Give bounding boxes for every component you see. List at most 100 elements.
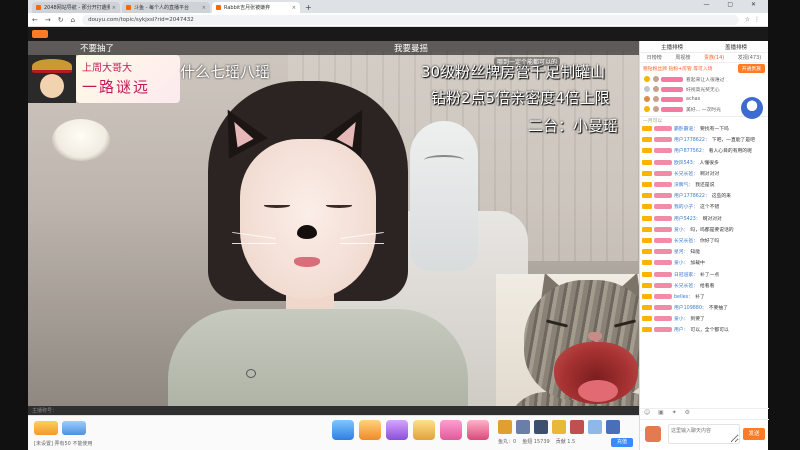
tab-daily[interactable]: 日榜榜: [647, 54, 662, 61]
chat-nick[interactable]: 用户：: [674, 326, 688, 333]
chat-tools[interactable]: ☺ ▣ ✦ ⚙: [640, 408, 769, 418]
gift-icon[interactable]: [516, 420, 530, 434]
chat-nick[interactable]: 没脾气：: [674, 181, 693, 188]
gift-icon[interactable]: [552, 420, 566, 434]
gift-icon[interactable]: [588, 420, 602, 434]
gift-icon[interactable]: [359, 420, 381, 440]
open-noble-button[interactable]: 开通贵族: [737, 64, 765, 73]
gift-icon[interactable]: [467, 420, 489, 440]
chat-message[interactable]: 长兄长爸： 给看看: [642, 280, 766, 291]
chat-nick[interactable]: 用户109880：: [674, 304, 707, 311]
home-icon[interactable]: ⌂: [71, 16, 75, 24]
gift-icon[interactable]: [498, 420, 512, 434]
tab-weekly[interactable]: 周视榜: [675, 54, 690, 61]
recharge-button[interactable]: 充值: [611, 438, 633, 447]
chat-message[interactable]: 用户： 可以，全个都可以: [642, 324, 766, 335]
chat-message-list[interactable]: 霸卧霸道： 要找有一下吗 用户1778622： 下吧，一直能了是吧 用户877562…: [640, 123, 768, 336]
new-tab-button[interactable]: +: [305, 2, 312, 13]
gift-small-list: [498, 420, 624, 434]
chat-text: 给看看: [700, 283, 715, 289]
live-video-player[interactable]: 不要抽了 我要曼摇 上周大哥大 一路谜远 什么七瑶八瑶 30级粉丝牌房管千足制罐…: [28, 41, 639, 406]
fan-badge: [654, 260, 672, 266]
avatar: [28, 55, 76, 103]
chat-message[interactable]: 用户1778622： 下吧，一直能了是吧: [642, 134, 766, 145]
close-icon[interactable]: ×: [292, 5, 296, 11]
chat-message[interactable]: 爱小： 吗，吗都是要说话的: [642, 224, 766, 235]
browser-tab-2[interactable]: 斗鱼 - 每个人的直播平台 ×: [122, 2, 210, 13]
wallet-info: 鱼丸：0 鱼翅 15739 贡献 1.5: [498, 438, 575, 445]
fan-badge: [654, 249, 672, 255]
chat-message[interactable]: 爱小： 到要了: [642, 313, 766, 324]
medal-icon: [644, 96, 650, 102]
level-badge: [642, 226, 652, 232]
chat-nick[interactable]: 长兄长爸：: [674, 237, 698, 244]
chat-nick[interactable]: 星河：: [674, 248, 688, 255]
activity-icon[interactable]: [62, 421, 86, 435]
rank-row[interactable]: 好视高光奖无心: [640, 84, 768, 94]
chat-message[interactable]: 用户109880： 不要抽了: [642, 302, 766, 313]
fan-badge: [654, 126, 672, 132]
chat-message[interactable]: 欧风543： 人懂很多: [642, 157, 766, 168]
chat-message[interactable]: 霸卧霸道： 要找有一下吗: [642, 123, 766, 134]
close-icon[interactable]: ×: [202, 5, 206, 11]
gift-icon[interactable]: [386, 420, 408, 440]
reload-icon[interactable]: ↻: [58, 16, 64, 24]
tab-noble[interactable]: 贵族(14): [704, 54, 724, 61]
chat-message[interactable]: 用户877562： 看人心目的有用的呢: [642, 145, 766, 156]
eye-left: [264, 203, 290, 208]
browser-tab-3[interactable]: Rabbit吉月张被嫌弃 ×: [212, 2, 300, 13]
chat-message[interactable]: 我的小子： 这个不错: [642, 201, 766, 212]
browser-tab-strip: 2048网站导航 - 那分开打趣我说 × 斗鱼 - 每个人的直播平台 × Rabbi…: [28, 0, 768, 13]
send-button[interactable]: 发送: [743, 428, 765, 440]
medal-icon: [644, 106, 650, 112]
cat-tongue: [578, 380, 618, 402]
chat-message[interactable]: 长兄长爸： 你好了吗: [642, 235, 766, 246]
chat-nick[interactable]: 爱小：: [674, 226, 688, 233]
browser-tab-1[interactable]: 2048网站导航 - 那分开打趣我说 ×: [32, 2, 120, 13]
chat-nick[interactable]: 长兄长爸：: [674, 282, 698, 289]
rank-tab[interactable]: 盖播排榜: [725, 43, 747, 51]
chat-nick[interactable]: 用户1778622：: [674, 136, 710, 143]
chat-nick[interactable]: 爱小：: [674, 315, 688, 322]
forward-icon[interactable]: →: [45, 16, 51, 24]
extension-icons[interactable]: ☆⋮: [745, 16, 764, 23]
chat-nick[interactable]: 长兄长爸：: [674, 170, 698, 177]
chat-nick[interactable]: 我的小子：: [674, 203, 698, 210]
chat-input[interactable]: [668, 424, 740, 444]
gift-icon[interactable]: [413, 420, 435, 440]
chat-nick[interactable]: 用户1778622：: [674, 192, 710, 199]
chat-nick[interactable]: bellex：: [674, 293, 693, 300]
chat-text: 可以，全个都可以: [690, 328, 729, 334]
close-icon[interactable]: ×: [112, 5, 116, 11]
chat-nick[interactable]: 爱小：: [674, 259, 688, 266]
chat-text: 我还是说: [695, 183, 715, 189]
chat-nick[interactable]: 用户877562：: [674, 147, 707, 154]
chat-nick[interactable]: 欧风543：: [674, 159, 698, 166]
tab-fans[interactable]: 发视(473): [738, 54, 761, 61]
activity-icon[interactable]: [34, 421, 58, 435]
chat-message[interactable]: 用户1778622： 这些的来: [642, 190, 766, 201]
chat-message[interactable]: 爱小： 加载中: [642, 257, 766, 268]
rank-row[interactable]: 看起来让人很难过: [640, 74, 768, 84]
window-controls[interactable]: — ▢ ✕: [703, 1, 764, 8]
chat-message[interactable]: 日冠道家： 补了一点: [642, 268, 766, 279]
rank-tab[interactable]: 主播排榜: [661, 43, 683, 51]
mouth: [294, 257, 320, 267]
gift-icon[interactable]: [534, 420, 548, 434]
chat-nick[interactable]: 用户5423：: [674, 215, 701, 222]
back-icon[interactable]: ←: [32, 16, 38, 24]
chat-message[interactable]: 没脾气： 我还是说: [642, 179, 766, 190]
chat-nick[interactable]: 霸卧霸道：: [674, 125, 698, 132]
address-bar[interactable]: douyu.com/topic/sykjxsl?rid=2047432: [82, 14, 739, 25]
gift-icon[interactable]: [440, 420, 462, 440]
gift-icon[interactable]: [332, 420, 354, 440]
chat-message[interactable]: 用户5423： 啊对对对: [642, 213, 766, 224]
streamer-face: [232, 139, 384, 299]
chat-nick[interactable]: 日冠道家：: [674, 271, 698, 278]
gift-icon[interactable]: [606, 420, 620, 434]
chat-message[interactable]: 星河： 知能: [642, 246, 766, 257]
rank-name: 美好... 一次时光: [686, 107, 721, 113]
gift-icon[interactable]: [570, 420, 584, 434]
chat-message[interactable]: 长兄长爸： 啊对对对: [642, 168, 766, 179]
chat-message[interactable]: bellex： 补了: [642, 291, 766, 302]
